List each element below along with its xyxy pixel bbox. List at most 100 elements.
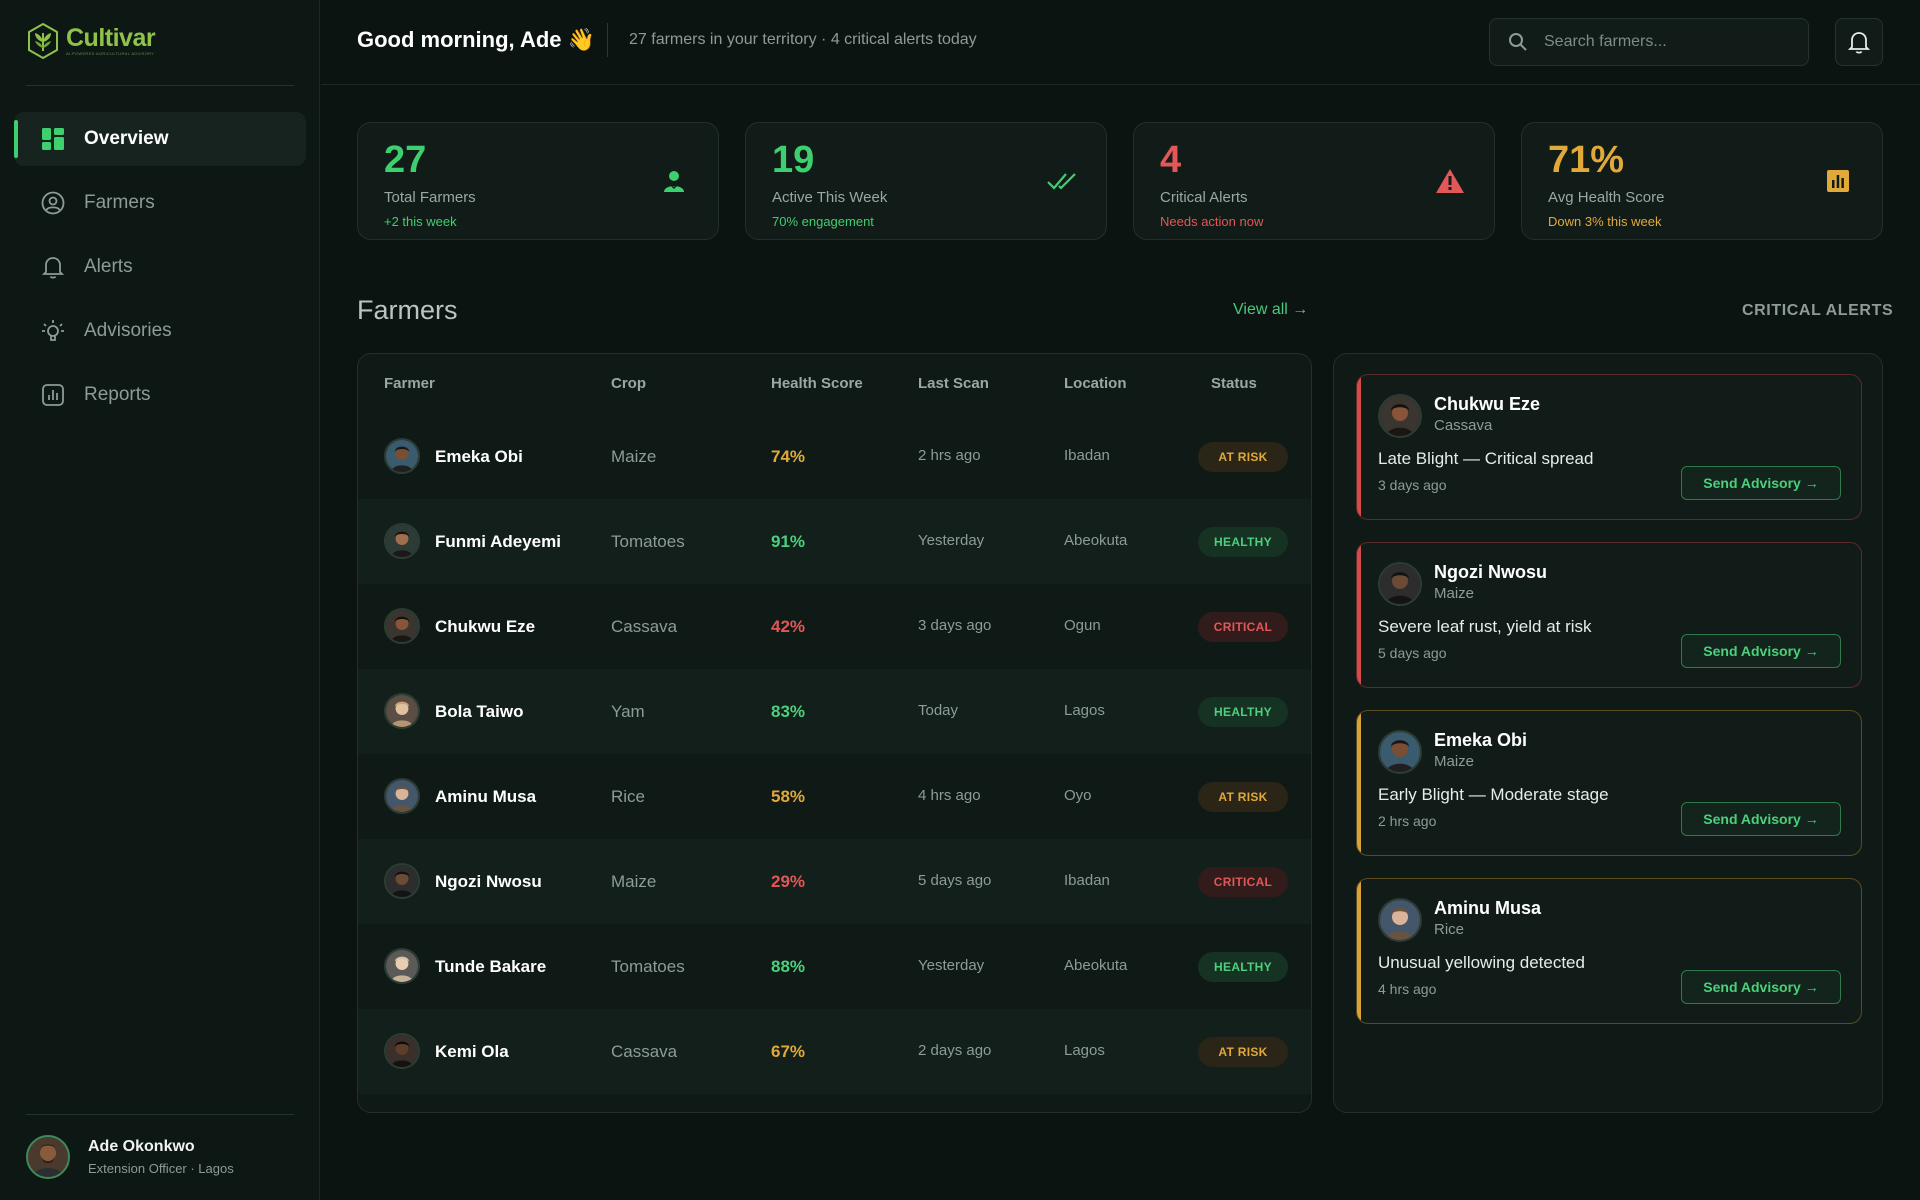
health-score-cell: 91% <box>771 532 806 551</box>
nav-item-advisories[interactable]: Advisories <box>14 304 306 358</box>
avatar <box>1378 898 1422 942</box>
table-header: Farmer Crop Health Score Last Scan Locat… <box>358 354 1311 414</box>
table-row[interactable]: Aminu Musa Rice 58% 4 hrs ago Oyo AT RIS… <box>358 754 1311 839</box>
last-scan-cell: 4 hrs ago <box>918 787 981 804</box>
top-header: Good morning, Ade 👋 27 farmers in your t… <box>321 0 1920 85</box>
status-badge: CRITICAL <box>1198 612 1288 642</box>
avatar <box>384 608 420 644</box>
table-row[interactable]: Tunde Bakare Tomatoes 88% Yesterday Abeo… <box>358 924 1311 1009</box>
farmer-name[interactable]: Chukwu Eze <box>435 617 535 637</box>
stat-value: 4 <box>1160 139 1182 181</box>
alert-card[interactable]: Aminu Musa Rice Unusual yellowing detect… <box>1356 878 1862 1024</box>
table-row[interactable]: Kemi Ola Cassava 67% 2 days ago Lagos AT… <box>358 1009 1311 1094</box>
search-input[interactable] <box>1544 33 1784 51</box>
nav-item-overview[interactable]: Overview <box>14 112 306 166</box>
status-badge: AT RISK <box>1198 1037 1288 1067</box>
nav-item-farmers[interactable]: Farmers <box>14 176 306 230</box>
table-row[interactable]: Bola Taiwo Yam 83% Today Lagos HEALTHY <box>358 669 1311 754</box>
avatar <box>384 438 420 474</box>
last-scan-cell: 5 days ago <box>918 872 992 889</box>
avatar <box>384 1033 420 1069</box>
stat-note: 70% engagement <box>772 214 874 229</box>
table-row[interactable]: Ngozi Nwosu Maize 29% 5 days ago Ibadan … <box>358 839 1311 924</box>
farmers-table: Farmer Crop Health Score Last Scan Locat… <box>357 353 1312 1113</box>
avatar <box>1378 394 1422 438</box>
notifications-button[interactable] <box>1835 18 1883 66</box>
stat-card-total-farmers[interactable]: 27 Total Farmers +2 this week <box>357 122 719 240</box>
nav-item-alerts[interactable]: Alerts <box>14 240 306 294</box>
column-header-last-scan[interactable]: Last Scan <box>918 375 989 392</box>
farmer-name[interactable]: Aminu Musa <box>435 787 536 807</box>
stat-card-critical-alerts[interactable]: 4 Critical Alerts Needs action now <box>1133 122 1495 240</box>
send-advisory-button[interactable]: Send Advisory → <box>1681 634 1841 668</box>
location-cell: Lagos <box>1064 702 1105 719</box>
send-advisory-button[interactable]: Send Advisory → <box>1681 802 1841 836</box>
stat-value: 27 <box>384 139 427 181</box>
bell-icon <box>1848 32 1870 54</box>
sidebar: Cultivar AI-POWERED AGRICULTURAL ADVISOR… <box>0 0 320 1200</box>
bar-chart-icon <box>40 382 66 408</box>
brand[interactable]: Cultivar AI-POWERED AGRICULTURAL ADVISOR… <box>26 22 156 60</box>
column-header-status[interactable]: Status <box>1211 375 1257 392</box>
nav-label: Reports <box>84 384 151 405</box>
user-name: Ade Okonkwo <box>88 1138 195 1155</box>
column-header-location[interactable]: Location <box>1064 375 1127 392</box>
alert-issue: Late Blight — Critical spread <box>1378 449 1594 468</box>
alert-card[interactable]: Emeka Obi Maize Early Blight — Moderate … <box>1356 710 1862 856</box>
farmers-section-title: Farmers <box>357 295 458 325</box>
severity-bar <box>1357 879 1361 1023</box>
alerts-section-title: CRITICAL ALERTS <box>1742 302 1894 319</box>
health-score-cell: 67% <box>771 1042 806 1061</box>
farmer-name[interactable]: Funmi Adeyemi <box>435 532 561 552</box>
nav-item-reports[interactable]: Reports <box>14 368 306 422</box>
location-cell: Ogun <box>1064 617 1101 634</box>
crop-cell: Yam <box>611 702 645 721</box>
user-role: Extension Officer · Lagos <box>88 1161 234 1176</box>
stat-value: 71% <box>1548 139 1625 181</box>
location-cell: Abeokuta <box>1064 957 1128 974</box>
table-row[interactable]: Chukwu Eze Cassava 42% 3 days ago Ogun C… <box>358 584 1311 669</box>
send-advisory-button[interactable]: Send Advisory → <box>1681 970 1841 1004</box>
alert-crop: Maize <box>1434 753 1475 770</box>
alert-card[interactable]: Chukwu Eze Cassava Late Blight — Critica… <box>1356 374 1862 520</box>
column-header-farmer[interactable]: Farmer <box>384 375 435 392</box>
status-badge: HEALTHY <box>1198 527 1288 557</box>
farmer-name[interactable]: Ngozi Nwosu <box>435 872 542 892</box>
farmer-name[interactable]: Kemi Ola <box>435 1042 509 1062</box>
table-row[interactable]: Emeka Obi Maize 74% 2 hrs ago Ibadan AT … <box>358 414 1311 499</box>
status-badge: AT RISK <box>1198 782 1288 812</box>
user-profile[interactable]: Ade Okonkwo Extension Officer · Lagos <box>26 1135 234 1179</box>
health-score-cell: 83% <box>771 702 806 721</box>
crop-cell: Rice <box>611 787 646 806</box>
person-icon <box>658 165 690 197</box>
table-row[interactable]: Funmi Adeyemi Tomatoes 91% Yesterday Abe… <box>358 499 1311 584</box>
severity-bar <box>1357 711 1361 855</box>
avatar <box>384 863 420 899</box>
health-score-cell: 74% <box>771 447 806 466</box>
stat-note: Needs action now <box>1160 214 1264 229</box>
warning-icon <box>1434 165 1466 197</box>
column-header-health-score[interactable]: Health Score <box>771 375 863 392</box>
last-scan-cell: Today <box>918 702 959 719</box>
health-score-cell: 42% <box>771 617 806 636</box>
nav-label: Alerts <box>84 256 133 277</box>
stat-card-avg-health[interactable]: 71% Avg Health Score Down 3% this week <box>1521 122 1883 240</box>
sidebar-divider <box>26 1114 294 1115</box>
search-box[interactable] <box>1489 18 1809 66</box>
stat-label: Total Farmers <box>384 189 476 206</box>
avatar <box>384 523 420 559</box>
alert-card[interactable]: Ngozi Nwosu Maize Severe leaf rust, yiel… <box>1356 542 1862 688</box>
stat-label: Critical Alerts <box>1160 189 1248 206</box>
send-advisory-button[interactable]: Send Advisory → <box>1681 466 1841 500</box>
farmer-name[interactable]: Emeka Obi <box>435 447 523 467</box>
location-cell: Ibadan <box>1064 872 1110 889</box>
farmer-name[interactable]: Tunde Bakare <box>435 957 546 977</box>
stat-card-active-week[interactable]: 19 Active This Week 70% engagement <box>745 122 1107 240</box>
alert-farmer-name: Ngozi Nwosu <box>1434 562 1547 582</box>
health-score-cell: 58% <box>771 787 806 806</box>
view-all-link[interactable]: View all → <box>1233 301 1308 319</box>
search-icon <box>1509 33 1527 51</box>
status-badge: HEALTHY <box>1198 697 1288 727</box>
farmer-name[interactable]: Bola Taiwo <box>435 702 523 722</box>
column-header-crop[interactable]: Crop <box>611 375 646 392</box>
